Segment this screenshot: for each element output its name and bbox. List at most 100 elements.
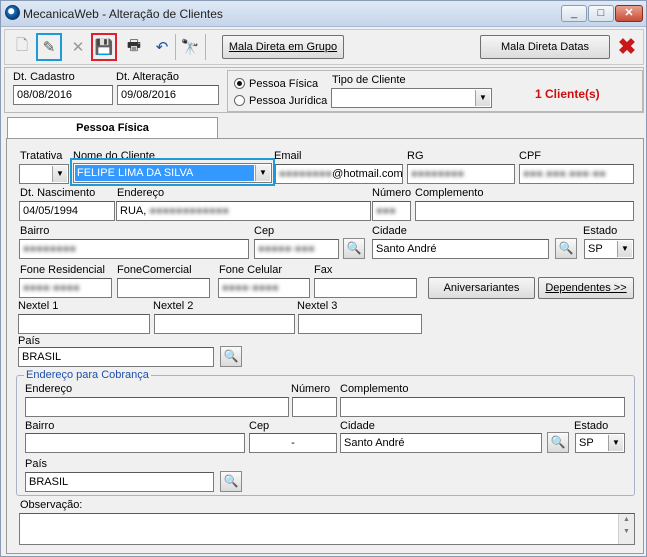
pessoa-fisica-radio[interactable] bbox=[234, 78, 245, 89]
dt-cadastro-label: Dt. Cadastro bbox=[13, 71, 75, 83]
cep-label: Cep bbox=[254, 225, 275, 237]
cep-field[interactable]: ●●●●●-●●● bbox=[254, 239, 339, 259]
toolbar-separator bbox=[175, 34, 176, 60]
pessoa-juridica-radio[interactable] bbox=[234, 95, 245, 106]
bairro-field[interactable]: ●●●●●●●● bbox=[19, 239, 249, 259]
nextel1-field[interactable] bbox=[18, 314, 150, 334]
numero-field[interactable]: ●●● bbox=[372, 201, 411, 221]
cidade-field[interactable]: Santo André bbox=[372, 239, 549, 259]
cidade-search-icon[interactable]: 🔍 bbox=[555, 238, 577, 259]
cobranca-endereco-field[interactable] bbox=[25, 397, 289, 417]
tipo-cliente-label: Tipo de Cliente bbox=[332, 74, 406, 86]
cobranca-numero-field[interactable] bbox=[292, 397, 337, 417]
cobranca-estado-value: SP bbox=[579, 437, 594, 449]
cobranca-cep-field[interactable]: - bbox=[249, 433, 337, 453]
estado-select[interactable]: SP ▼ bbox=[584, 239, 634, 259]
nome-cliente-select[interactable]: FELIPE LIMA DA SILVA ▼ bbox=[73, 163, 272, 183]
dt-cadastro-field[interactable]: 08/08/2016 bbox=[13, 85, 113, 105]
pessoa-juridica-label: Pessoa Jurídica bbox=[249, 95, 328, 107]
rg-label: RG bbox=[407, 150, 424, 162]
nextel2-field[interactable] bbox=[154, 314, 295, 334]
dt-nascimento-label: Dt. Nascimento bbox=[20, 187, 96, 199]
cobranca-cep-label: Cep bbox=[249, 420, 270, 432]
save-icon[interactable]: 💾 bbox=[91, 33, 117, 61]
fax-label: Fax bbox=[314, 264, 333, 276]
chevron-down-icon[interactable]: ▼ bbox=[617, 241, 632, 257]
fone-residencial-redacted: ●●●●-●●●● bbox=[23, 282, 80, 294]
dt-alteracao-label: Dt. Alteração bbox=[116, 71, 179, 83]
cobranca-pais-search-icon[interactable]: 🔍 bbox=[220, 471, 242, 492]
cobranca-complemento-field[interactable] bbox=[340, 397, 625, 417]
nextel1-label: Nextel 1 bbox=[18, 300, 59, 312]
fone-residencial-field[interactable]: ●●●●-●●●● bbox=[19, 278, 112, 298]
app-logo-icon bbox=[5, 5, 20, 20]
cobranca-estado-label: Estado bbox=[574, 420, 609, 432]
tratativa-label: Tratativa bbox=[20, 150, 63, 162]
find-icon[interactable]: 🔭 bbox=[177, 33, 203, 61]
observacao-scrollbar[interactable]: ▲ ▼ bbox=[618, 514, 634, 544]
cobranca-cidade-search-icon[interactable]: 🔍 bbox=[547, 432, 569, 453]
bairro-redacted: ●●●●●●●● bbox=[23, 243, 77, 255]
numero-label: Número bbox=[372, 187, 412, 199]
toolbar-separator bbox=[205, 34, 206, 60]
chevron-down-icon[interactable]: ▼ bbox=[475, 90, 490, 106]
observacao-label: Observação: bbox=[20, 499, 83, 511]
cobranca-title: Endereço para Cobrança bbox=[24, 369, 151, 381]
tab-pessoa-fisica[interactable]: Pessoa Física bbox=[7, 117, 218, 139]
close-window-button[interactable]: ✕ bbox=[615, 5, 643, 22]
mala-direta-grupo-button[interactable]: Mala Direta em Grupo bbox=[222, 35, 344, 59]
cep-redacted: ●●●●●-●●● bbox=[258, 243, 315, 255]
aniversariantes-button[interactable]: Aniversariantes bbox=[428, 277, 535, 299]
email-visible: @hotmail.com bbox=[332, 168, 403, 180]
cobranca-bairro-label: Bairro bbox=[25, 420, 55, 432]
tratativa-select[interactable]: ▼ bbox=[19, 164, 69, 184]
chevron-down-icon[interactable]: ▼ bbox=[255, 165, 270, 181]
exit-icon[interactable]: ✖ bbox=[612, 33, 642, 61]
fone-celular-label: Fone Celular bbox=[219, 264, 282, 276]
cobranca-bairro-field[interactable] bbox=[25, 433, 245, 453]
tipo-cliente-select[interactable]: ▼ bbox=[331, 88, 492, 108]
observacao-textarea[interactable] bbox=[19, 513, 635, 545]
endereco-redacted: ●●●●●●●●●●●● bbox=[149, 205, 230, 217]
complemento-field[interactable] bbox=[415, 201, 634, 221]
fone-celular-field[interactable]: ●●●●-●●●● bbox=[218, 278, 310, 298]
nextel2-label: Nextel 2 bbox=[153, 300, 194, 312]
cep-search-icon[interactable]: 🔍 bbox=[343, 238, 365, 259]
dt-alteracao-field[interactable]: 09/08/2016 bbox=[117, 85, 219, 105]
undo-icon[interactable]: ↶ bbox=[149, 33, 175, 61]
dt-nascimento-field[interactable]: 04/05/1994 bbox=[19, 201, 115, 221]
fone-comercial-field[interactable] bbox=[117, 278, 210, 298]
complemento-label: Complemento bbox=[415, 187, 484, 199]
nome-cliente-value: FELIPE LIMA DA SILVA bbox=[75, 165, 254, 181]
estado-value: SP bbox=[588, 243, 603, 255]
fone-comercial-label: FoneComercial bbox=[117, 264, 192, 276]
bairro-label: Bairro bbox=[20, 225, 50, 237]
new-icon[interactable]: 🗋 bbox=[9, 33, 35, 61]
cobranca-estado-select[interactable]: SP ▼ bbox=[575, 433, 625, 453]
fax-field[interactable] bbox=[314, 278, 417, 298]
numero-redacted: ●●● bbox=[376, 205, 396, 217]
cobranca-cidade-field[interactable]: Santo André bbox=[340, 433, 542, 453]
cobranca-pais-field[interactable]: BRASIL bbox=[25, 472, 214, 492]
cobranca-pais-label: País bbox=[25, 458, 48, 470]
print-icon[interactable]: 🖶 bbox=[121, 33, 147, 61]
email-field[interactable]: ●●●●●●●●@hotmail.com bbox=[275, 164, 403, 184]
cpf-label: CPF bbox=[519, 150, 541, 162]
chevron-down-icon[interactable]: ▼ bbox=[52, 166, 67, 182]
endereco-field[interactable]: RUA, ●●●●●●●●●●●● bbox=[116, 201, 371, 221]
cpf-field[interactable]: ●●●.●●●.●●●-●● bbox=[519, 164, 634, 184]
mala-direta-datas-button[interactable]: Mala Direta Datas bbox=[480, 35, 610, 59]
dependentes-button[interactable]: Dependentes >> bbox=[538, 277, 634, 299]
chevron-down-icon[interactable]: ▼ bbox=[608, 435, 623, 451]
rg-field[interactable]: ●●●●●●●● bbox=[407, 164, 515, 184]
pais-search-icon[interactable]: 🔍 bbox=[220, 346, 242, 367]
delete-icon[interactable]: ✕ bbox=[65, 33, 91, 61]
edit-icon[interactable]: ✎ bbox=[36, 33, 62, 61]
nextel3-field[interactable] bbox=[298, 314, 422, 334]
pais-field[interactable]: BRASIL bbox=[18, 347, 214, 367]
nextel3-label: Nextel 3 bbox=[297, 300, 338, 312]
minimize-button[interactable]: _ bbox=[561, 5, 587, 22]
maximize-button[interactable]: □ bbox=[588, 5, 614, 22]
cobranca-endereco-label: Endereço bbox=[25, 383, 73, 395]
rg-redacted: ●●●●●●●● bbox=[411, 168, 465, 180]
